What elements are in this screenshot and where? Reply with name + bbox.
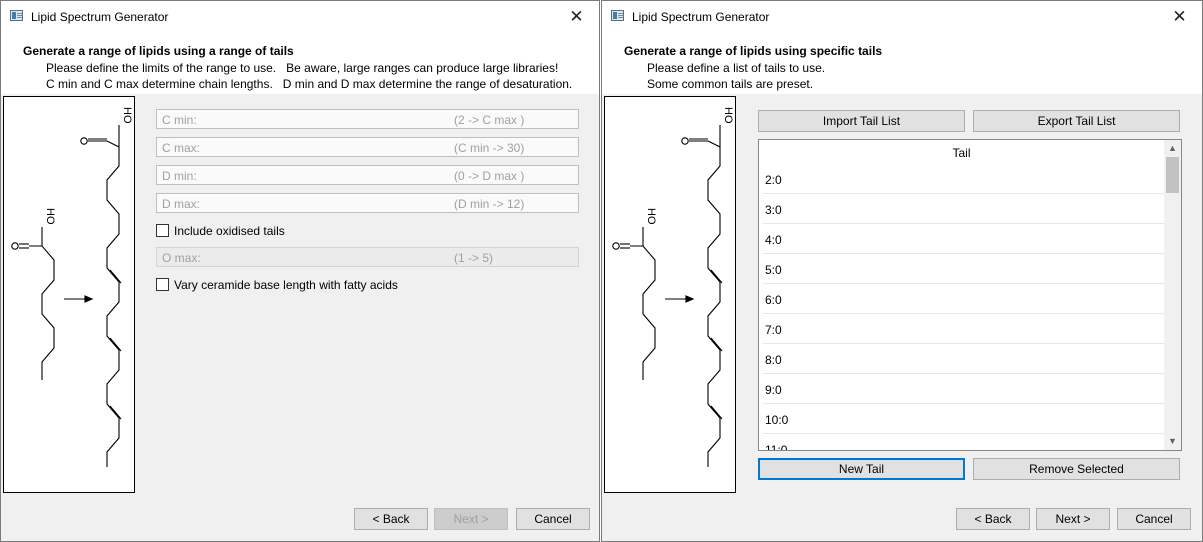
window-title: Lipid Spectrum Generator [632, 10, 770, 24]
app-icon [611, 10, 624, 21]
d-min-label: D min: [162, 169, 197, 183]
tail-value: 9:0 [765, 383, 782, 397]
svg-text:HO: HO [645, 208, 657, 225]
o-max-field[interactable]: O max: (1 -> 5) [156, 247, 579, 267]
fatty-acid-structure-image: HO HO [3, 96, 135, 493]
title-bar: Lipid Spectrum Generator ✕ [602, 1, 1202, 32]
list-item[interactable]: 11:0 [763, 434, 1164, 451]
new-tail-button[interactable]: New Tail [758, 458, 965, 480]
scrollbar-thumb[interactable] [1166, 157, 1179, 193]
page-subtitle-line2: C min and C max determine chain lengths.… [46, 77, 573, 91]
o-max-range: (1 -> 5) [454, 251, 494, 265]
svg-text:HO: HO [44, 208, 56, 225]
tail-value: 5:0 [765, 263, 782, 277]
chevron-down-icon[interactable]: ▼ [1164, 433, 1181, 450]
o-max-label: O max: [162, 251, 201, 265]
d-min-field[interactable]: D min: (0 -> D max ) [156, 165, 579, 185]
list-item[interactable]: 2:0 [763, 164, 1164, 194]
list-item[interactable]: 6:0 [763, 284, 1164, 314]
svg-text:HO: HO [121, 107, 133, 124]
list-item[interactable]: 8:0 [763, 344, 1164, 374]
app-icon [10, 10, 23, 21]
tail-value: 7:0 [765, 323, 782, 337]
tail-value: 3:0 [765, 203, 782, 217]
d-max-range: (D min -> 12) [454, 197, 525, 211]
page-subtitle-line1: Please define a list of tails to use. [647, 61, 826, 75]
tail-value: 6:0 [765, 293, 782, 307]
d-max-label: D max: [162, 197, 201, 211]
tail-list[interactable]: Tail 2:0 3:0 4:0 5:0 6:0 7:0 8:0 9:0 10:… [758, 139, 1182, 451]
range-tails-dialog: Lipid Spectrum Generator ✕ Generate a ra… [0, 0, 600, 542]
vary-ceramide-label: Vary ceramide base length with fatty aci… [174, 278, 398, 292]
tail-column-header: Tail [952, 146, 971, 160]
c-min-label: C min: [162, 113, 197, 127]
vertical-scrollbar[interactable]: ▲ ▼ [1164, 140, 1181, 450]
close-icon[interactable]: ✕ [1157, 1, 1202, 32]
specific-tails-dialog: Lipid Spectrum Generator ✕ Generate a ra… [601, 0, 1203, 542]
title-bar: Lipid Spectrum Generator ✕ [1, 1, 599, 32]
import-tail-list-button[interactable]: Import Tail List [758, 110, 965, 132]
window-title: Lipid Spectrum Generator [31, 10, 169, 24]
list-item[interactable]: 7:0 [763, 314, 1164, 344]
page-subtitle-line1: Please define the limits of the range to… [46, 61, 559, 75]
include-oxidised-label: Include oxidised tails [174, 224, 285, 238]
cancel-button[interactable]: Cancel [516, 508, 590, 530]
list-item[interactable]: 4:0 [763, 224, 1164, 254]
export-tail-list-button[interactable]: Export Tail List [973, 110, 1180, 132]
list-item[interactable]: 9:0 [763, 374, 1164, 404]
remove-selected-button[interactable]: Remove Selected [973, 458, 1180, 480]
c-max-field[interactable]: C max: (C min -> 30) [156, 137, 579, 157]
list-item[interactable]: 10:0 [763, 404, 1164, 434]
c-min-range: (2 -> C max ) [454, 113, 525, 127]
list-item[interactable]: 3:0 [763, 194, 1164, 224]
tail-value: 8:0 [765, 353, 782, 367]
tail-value: 2:0 [765, 173, 782, 187]
page-subtitle-line2: Some common tails are preset. [647, 77, 814, 91]
chevron-up-icon[interactable]: ▲ [1164, 140, 1181, 157]
tail-value: 10:0 [765, 413, 789, 427]
close-icon[interactable]: ✕ [554, 1, 599, 32]
c-min-field[interactable]: C min: (2 -> C max ) [156, 109, 579, 129]
page-title: Generate a range of lipids using specifi… [624, 44, 883, 58]
d-max-field[interactable]: D max: (D min -> 12) [156, 193, 579, 213]
checkbox-box[interactable] [156, 278, 169, 291]
c-max-label: C max: [162, 141, 201, 155]
cancel-button[interactable]: Cancel [1117, 508, 1191, 530]
wizard-header: Generate a range of lipids using specifi… [602, 32, 1202, 94]
wizard-header: Generate a range of lipids using a range… [1, 32, 599, 94]
back-button[interactable]: < Back [354, 508, 428, 530]
fatty-acid-structure-image: HO HO [604, 96, 736, 493]
list-item[interactable]: 5:0 [763, 254, 1164, 284]
back-button[interactable]: < Back [956, 508, 1030, 530]
tail-value: 4:0 [765, 233, 782, 247]
svg-text:HO: HO [722, 107, 734, 124]
d-min-range: (0 -> D max ) [454, 169, 525, 183]
checkbox-box[interactable] [156, 224, 169, 237]
c-max-range: (C min -> 30) [454, 141, 525, 155]
page-title: Generate a range of lipids using a range… [23, 44, 294, 58]
tail-value: 11:0 [765, 443, 788, 451]
next-button[interactable]: Next > [434, 508, 508, 530]
next-button[interactable]: Next > [1036, 508, 1110, 530]
